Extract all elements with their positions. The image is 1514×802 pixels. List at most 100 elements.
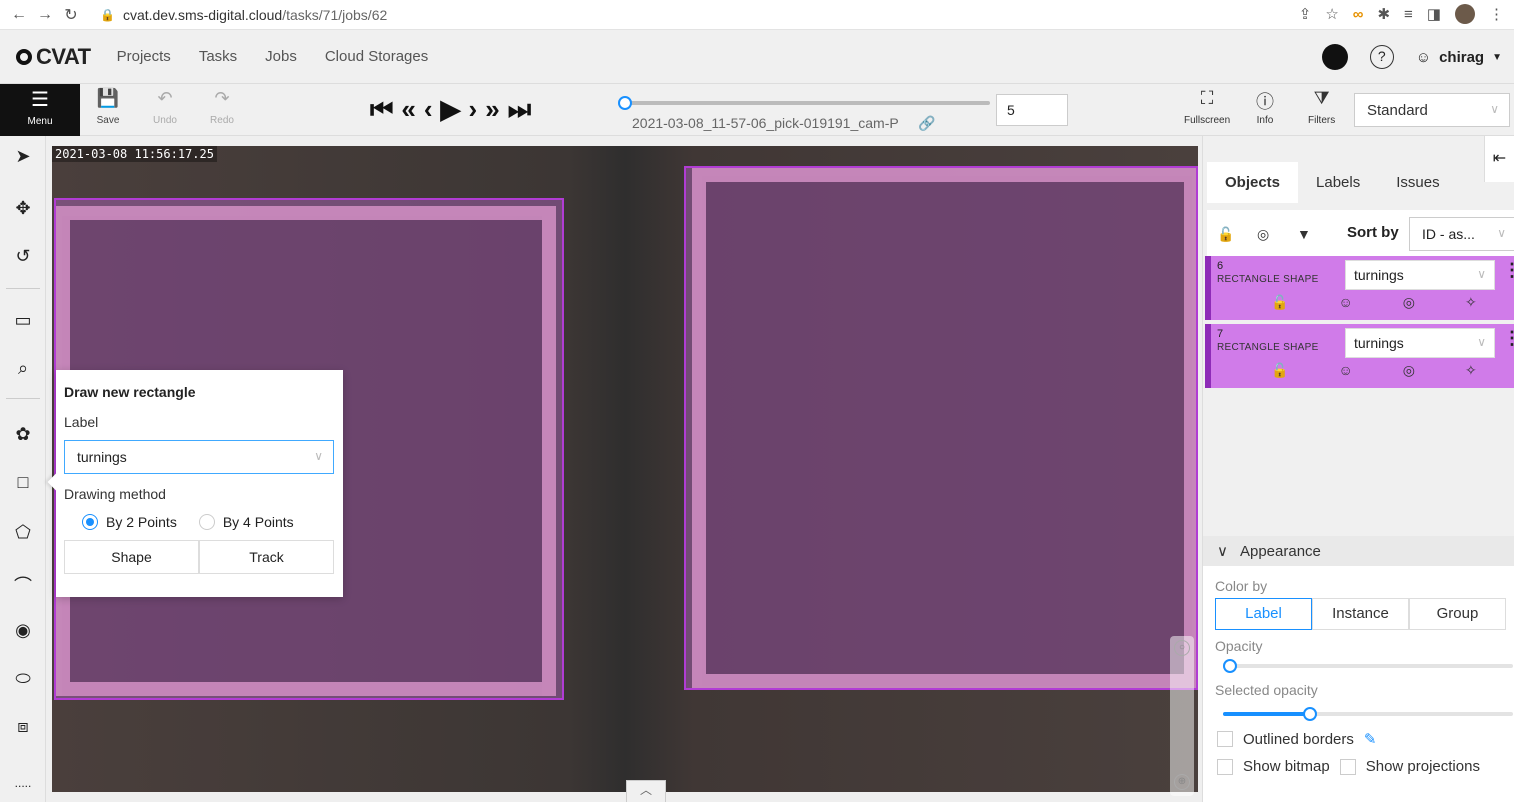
outlined-borders-checkbox[interactable]: Outlined borders ✎ — [1217, 730, 1514, 748]
address-bar[interactable]: 🔒 cvat.dev.sms-digital.cloud/tasks/71/jo… — [100, 7, 387, 23]
first-frame-icon[interactable]: ⏮ — [370, 94, 393, 126]
tab-objects[interactable]: Objects — [1207, 162, 1299, 203]
collapse-sidebar-icon[interactable]: ⇤ — [1484, 136, 1514, 182]
selected-opacity-slider[interactable] — [1223, 707, 1513, 721]
track-button[interactable]: Track — [199, 540, 334, 574]
color-by-label[interactable]: Label — [1215, 598, 1312, 630]
lock-all-icon[interactable]: 🔓 — [1217, 226, 1257, 243]
draw-polygon-icon[interactable]: ⬠ — [0, 522, 46, 543]
hide-all-icon[interactable]: ◎ — [1257, 226, 1297, 243]
frame-slider[interactable] — [618, 96, 990, 110]
radio-by-2-points[interactable]: By 2 Points — [82, 514, 177, 530]
sort-select[interactable]: ID - as... ∨ — [1409, 217, 1514, 251]
radio-by-4-points[interactable]: By 4 Points — [198, 514, 294, 530]
fast-forward-icon[interactable]: » — [485, 94, 499, 126]
more-tools-icon[interactable]: ..... — [0, 776, 46, 790]
object-item[interactable]: 7 RECTANGLE SHAPE turnings ∨ ⋮ 🔓 ☺ ◎ ✧ — [1205, 324, 1514, 388]
reading-list-icon[interactable]: ≡ — [1404, 6, 1413, 23]
info-button[interactable]: ⓘ Info — [1256, 88, 1274, 126]
profile-avatar[interactable] — [1455, 4, 1475, 24]
nav-tasks[interactable]: Tasks — [199, 48, 237, 65]
reload-icon[interactable]: ↻ — [58, 5, 84, 25]
tab-labels[interactable]: Labels — [1298, 162, 1378, 203]
object-item[interactable]: 6 RECTANGLE SHAPE turnings ∨ ⋮ 🔓 ☺ ◎ ✧ — [1205, 256, 1514, 320]
eye-icon[interactable]: ◎ — [1403, 362, 1415, 379]
fullscreen-button[interactable]: ⛶ Fullscreen — [1184, 88, 1230, 126]
nav-projects[interactable]: Projects — [117, 48, 171, 65]
show-projections-checkbox[interactable] — [1339, 758, 1356, 775]
draw-rectangle-icon[interactable]: □ — [0, 472, 46, 493]
frame-number-input[interactable]: 5 — [996, 94, 1068, 126]
selected-opacity-handle[interactable] — [1303, 707, 1317, 721]
appearance-header[interactable]: ∨ Appearance — [1203, 536, 1514, 566]
eye-icon[interactable]: ◎ — [1403, 294, 1415, 311]
lock-icon[interactable]: 🔓 — [1271, 294, 1288, 311]
color-by-group[interactable]: Group — [1409, 598, 1506, 630]
user-menu[interactable]: ☺ chirag ▼ — [1416, 49, 1502, 66]
back-icon[interactable]: ← — [6, 6, 32, 24]
object-type: RECTANGLE SHAPE — [1217, 274, 1319, 285]
rectangle-annotation-7[interactable] — [684, 166, 1198, 690]
redo-button[interactable]: ↷ Redo — [200, 88, 244, 126]
object-label-select[interactable]: turnings ∨ — [1345, 260, 1495, 290]
sidebar-icon[interactable]: ◨ — [1427, 5, 1441, 23]
workspace-select[interactable]: Standard ∨ — [1354, 93, 1510, 127]
show-bitmap-checkbox[interactable] — [1217, 758, 1233, 775]
fast-back-icon[interactable]: « — [401, 94, 415, 126]
pin-icon[interactable]: ✧ — [1465, 362, 1477, 379]
prev-frame-icon[interactable]: ‹ — [424, 94, 433, 126]
shape-button[interactable]: Shape — [64, 540, 199, 574]
draw-points-icon[interactable]: ◉ — [0, 620, 46, 641]
help-icon[interactable]: ? — [1369, 45, 1394, 69]
cursor-icon[interactable]: ➤ — [0, 146, 46, 167]
kebab-menu-icon[interactable]: ⋮ — [1489, 5, 1504, 23]
filters-button[interactable]: ⧩ Filters — [1308, 88, 1335, 126]
lock-icon[interactable]: 🔓 — [1271, 362, 1288, 379]
color-picker-icon[interactable]: ✎ — [1364, 730, 1377, 748]
zoom-region-icon[interactable]: ⌕ — [0, 358, 46, 379]
undo-button[interactable]: ↶ Undo — [143, 88, 187, 126]
zoom-out-icon[interactable]: ○ — [1174, 640, 1190, 656]
rotate-icon[interactable]: ↺ — [0, 246, 46, 267]
slider-handle[interactable] — [618, 96, 632, 110]
user-icon[interactable]: ☺ — [1338, 362, 1352, 379]
play-icon[interactable]: ▶ — [441, 94, 461, 126]
color-by-caption: Color by — [1215, 578, 1268, 594]
draw-cuboid-icon[interactable]: ⧈ — [0, 716, 46, 737]
user-icon[interactable]: ☺ — [1338, 294, 1352, 311]
opacity-slider[interactable] — [1223, 659, 1513, 673]
extension-icon[interactable]: ∞ — [1353, 6, 1364, 23]
pin-icon[interactable]: ✧ — [1465, 294, 1477, 311]
cvat-logo[interactable]: CVAT — [16, 44, 91, 70]
fit-image-icon[interactable]: ▭ — [0, 310, 46, 331]
link-icon[interactable]: 🔗 — [918, 115, 935, 131]
opacity-handle[interactable] — [1223, 659, 1237, 673]
user-icon: ☺ — [1415, 48, 1432, 66]
draw-ellipse-icon[interactable]: ⬭ — [0, 668, 46, 689]
move-icon[interactable]: ✥ — [0, 198, 46, 219]
zoom-in-icon[interactable]: ⊕ — [1174, 774, 1190, 790]
next-frame-icon[interactable]: › — [469, 94, 478, 126]
menu-button[interactable]: ☰ Menu — [0, 84, 80, 136]
nav-cloud-storages[interactable]: Cloud Storages — [325, 48, 428, 65]
draw-polyline-icon[interactable]: ⌒ — [0, 572, 46, 598]
nav-jobs[interactable]: Jobs — [265, 48, 297, 65]
color-by-instance[interactable]: Instance — [1312, 598, 1409, 630]
last-frame-icon[interactable]: ⏭ — [508, 94, 531, 126]
object-menu-icon[interactable]: ⋮ — [1503, 260, 1514, 281]
expand-bottom-icon[interactable]: ︿ — [626, 780, 666, 802]
star-icon[interactable]: ☆ — [1325, 5, 1338, 23]
save-button[interactable]: 💾 Save — [86, 88, 130, 126]
tab-issues[interactable]: Issues — [1378, 162, 1457, 203]
zoom-control[interactable]: ○ ⊕ — [1170, 636, 1194, 796]
expand-all-icon[interactable]: ▼ — [1297, 226, 1337, 242]
share-icon[interactable]: ⇪ — [1299, 5, 1312, 23]
github-icon[interactable] — [1321, 44, 1348, 70]
label-select[interactable]: turnings ∨ — [64, 440, 334, 474]
object-menu-icon[interactable]: ⋮ — [1503, 328, 1514, 349]
ai-tools-icon[interactable]: ✿ — [0, 424, 46, 445]
object-label-select[interactable]: turnings ∨ — [1345, 328, 1495, 358]
forward-icon[interactable]: → — [32, 6, 58, 24]
annotation-toolbar: ☰ Menu 💾 Save ↶ Undo ↷ Redo ⏮ « ‹ ▶ › » … — [0, 84, 1514, 136]
puzzle-icon[interactable]: ✱ — [1377, 5, 1390, 23]
